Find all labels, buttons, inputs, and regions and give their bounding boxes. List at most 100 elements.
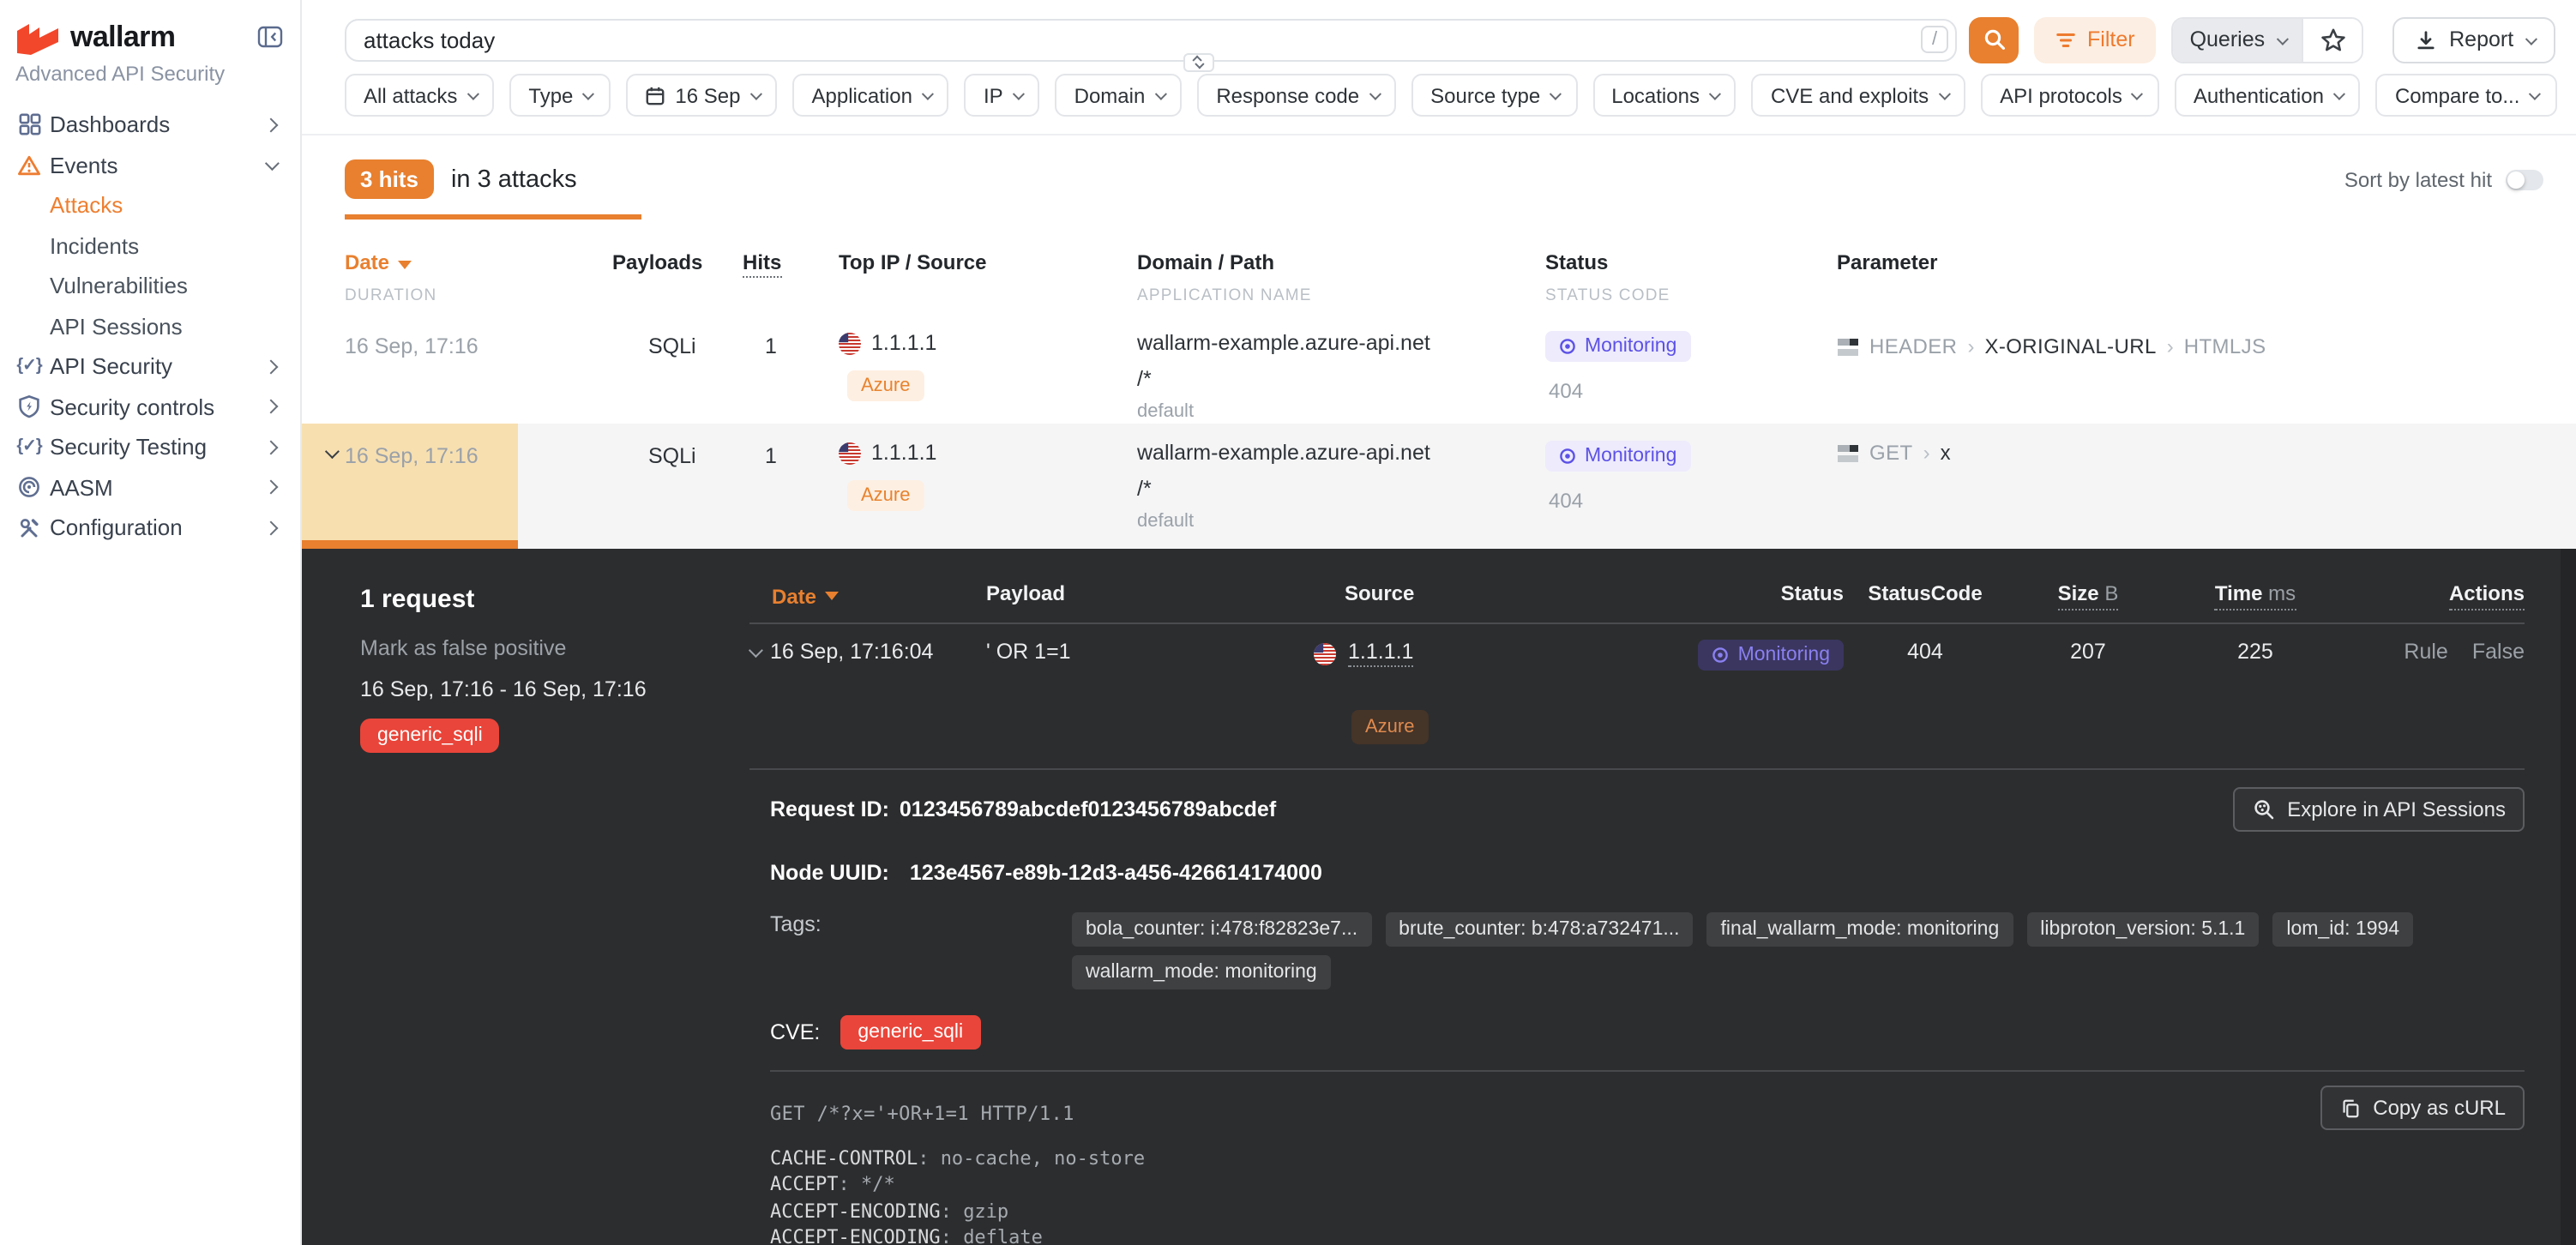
filter-chip-api-protocols[interactable]: API protocols	[1981, 74, 2159, 117]
queries-button[interactable]: Queries	[2173, 18, 2302, 61]
sidebar-item-security-testing[interactable]: Security Testing	[0, 427, 300, 467]
sidebar-item-label: Security controls	[50, 394, 266, 420]
sidebar-item-vulnerabilities[interactable]: Vulnerabilities	[0, 266, 300, 306]
request-actions: Rule False	[2341, 640, 2525, 744]
source-ip[interactable]: 1.1.1.1	[871, 331, 936, 355]
chevron-down-icon	[2132, 88, 2143, 99]
sort-desc-icon	[398, 261, 412, 269]
favorite-button[interactable]	[2302, 18, 2362, 61]
sort-toggle[interactable]	[2506, 169, 2543, 189]
attack-row-selected[interactable]: 16 Sep, 17:16 SQLi 1 1.1.1.1 Azure walla…	[302, 424, 2576, 549]
monitoring-icon	[1559, 338, 1576, 355]
detail-content: Date Payload Source Status StatusCode Si…	[749, 549, 2576, 1245]
download-icon	[2415, 28, 2437, 51]
param-part: GET	[1869, 441, 1913, 465]
source-ip-link[interactable]: 1.1.1.1	[1348, 640, 1413, 667]
param-separator: ›	[1967, 334, 1974, 358]
toggle-knob	[2507, 171, 2525, 188]
chevron-down-icon	[2334, 88, 2345, 99]
chip-label: Compare to...	[2395, 83, 2519, 107]
sidebar-item-api-security[interactable]: API Security	[0, 346, 300, 387]
column-header-hits[interactable]: Hits	[743, 247, 839, 305]
sort-control: Sort by latest hit	[2344, 167, 2543, 191]
chevron-down-icon[interactable]	[749, 643, 763, 658]
filter-chip-authentication[interactable]: Authentication	[2175, 74, 2361, 117]
chevron-down-icon	[1710, 88, 1721, 99]
sidebar-item-label: Configuration	[50, 515, 266, 541]
chevron-down-icon	[265, 157, 280, 171]
sidebar-item-security-controls[interactable]: Security controls	[0, 387, 300, 427]
mark-false-positive-link[interactable]: Mark as false positive	[360, 636, 749, 660]
chevron-down-icon	[1195, 59, 1204, 68]
request-row[interactable]: 16 Sep, 17:16:04 ' OR 1=1 1.1.1.1 Azure …	[749, 640, 2525, 744]
filter-chip-type[interactable]: Type	[509, 74, 610, 117]
domain: wallarm-example.azure-api.net	[1137, 441, 1545, 465]
panel-collapse-left-icon	[257, 26, 283, 48]
column-subheader-duration: DURATION	[345, 286, 612, 305]
requests-table-header: Date Payload Source Status StatusCode Si…	[749, 549, 2525, 624]
request-size: 207	[2007, 640, 2170, 744]
chevron-down-icon	[2277, 33, 2288, 44]
attacks-count-text: in 3 attacks	[451, 165, 577, 193]
filter-chip-cve-and-exploits[interactable]: CVE and exploits	[1752, 74, 1965, 117]
warning-icon	[17, 153, 41, 177]
filter-chip-response-code[interactable]: Response code	[1197, 74, 1396, 117]
filter-chip-domain[interactable]: Domain	[1056, 74, 1183, 117]
column-header-status: Status	[1693, 581, 1844, 610]
parameter-icon	[1837, 336, 1859, 358]
copy-icon	[2338, 1097, 2361, 1119]
column-header-date[interactable]: Date	[749, 581, 986, 610]
cve-section: CVE: generic_sqli	[770, 1015, 2525, 1050]
param-separator: ›	[2167, 334, 2174, 358]
column-header-size[interactable]: Size B	[2007, 581, 2170, 610]
sidebar-item-events[interactable]: Events	[0, 145, 300, 185]
main-content: / Filter Queries Report	[302, 0, 2576, 1245]
rule-action-link[interactable]: Rule	[2404, 640, 2447, 744]
chip-label: Locations	[1611, 83, 1700, 107]
filter-chip-compare-to[interactable]: Compare to...	[2376, 74, 2556, 117]
search-input[interactable]	[345, 18, 1957, 61]
chip-label: IP	[984, 83, 1003, 107]
search-button[interactable]	[1969, 16, 2019, 63]
sidebar-item-dashboards[interactable]: Dashboards	[0, 105, 300, 145]
request-status-code: 404	[1844, 640, 2007, 744]
http-header: CACHE-CONTROLno-cache, no-store	[770, 1146, 2525, 1172]
chip-label: Authentication	[2194, 83, 2324, 107]
attack-detail-panel: 1 request Mark as false positive 16 Sep,…	[302, 549, 2576, 1245]
scrollbar[interactable]	[2561, 549, 2576, 1245]
attack-row[interactable]: 16 Sep, 17:16 SQLi 1 1.1.1.1 Azure walla…	[302, 326, 2576, 424]
filter-chip-locations[interactable]: Locations	[1592, 74, 1736, 117]
filter-chip-ip[interactable]: IP	[965, 74, 1040, 117]
explore-api-sessions-button[interactable]: Explore in API Sessions	[2232, 787, 2525, 832]
param-separator: ›	[1923, 441, 1930, 465]
attack-payload-type: SQLi	[612, 424, 743, 549]
source-ip[interactable]: 1.1.1.1	[871, 441, 936, 465]
tag: brute_counter: b:478:a732471...	[1385, 912, 1693, 947]
column-header-time[interactable]: Time ms	[2170, 581, 2341, 610]
filter-chip-all-attacks[interactable]: All attacks	[345, 74, 494, 117]
search-expand-handle[interactable]	[1183, 52, 1214, 71]
requests-count: 1 request	[360, 585, 749, 614]
sidebar-item-api-sessions[interactable]: API Sessions	[0, 306, 300, 346]
report-button[interactable]: Report	[2392, 16, 2555, 63]
sidebar-item-configuration[interactable]: Configuration	[0, 508, 300, 548]
column-header-actions[interactable]: Actions	[2341, 581, 2525, 610]
application-name: default	[1137, 401, 1545, 422]
sidebar-item-attacks[interactable]: Attacks	[0, 185, 300, 226]
sidebar-item-label: Security Testing	[50, 435, 266, 460]
collapse-sidebar-button[interactable]	[257, 26, 283, 48]
node-uuid-value: 123e4567-e89b-12d3-a456-426614174000	[910, 861, 1322, 885]
column-header-date[interactable]: DateDURATION	[345, 247, 612, 305]
sidebar-item-aasm[interactable]: AASM	[0, 467, 300, 508]
filter-chip-application[interactable]: Application	[793, 74, 949, 117]
attack-time-range: 16 Sep, 17:16 - 16 Sep, 17:16	[360, 677, 749, 701]
false-action-link[interactable]: False	[2472, 640, 2525, 744]
copy-as-curl-button[interactable]: Copy as cURL	[2320, 1086, 2525, 1130]
filter-chip-source-type[interactable]: Source type	[1411, 74, 1577, 117]
results-summary: 3 hits in 3 attacks Sort by latest hit	[302, 135, 2576, 220]
filter-chip-date[interactable]: 16 Sep	[625, 74, 777, 117]
filter-button[interactable]: Filter	[2034, 16, 2156, 63]
requests-table: Date Payload Source Status StatusCode Si…	[749, 549, 2525, 770]
source-tag: Azure	[1351, 710, 1429, 744]
sidebar-item-incidents[interactable]: Incidents	[0, 226, 300, 266]
